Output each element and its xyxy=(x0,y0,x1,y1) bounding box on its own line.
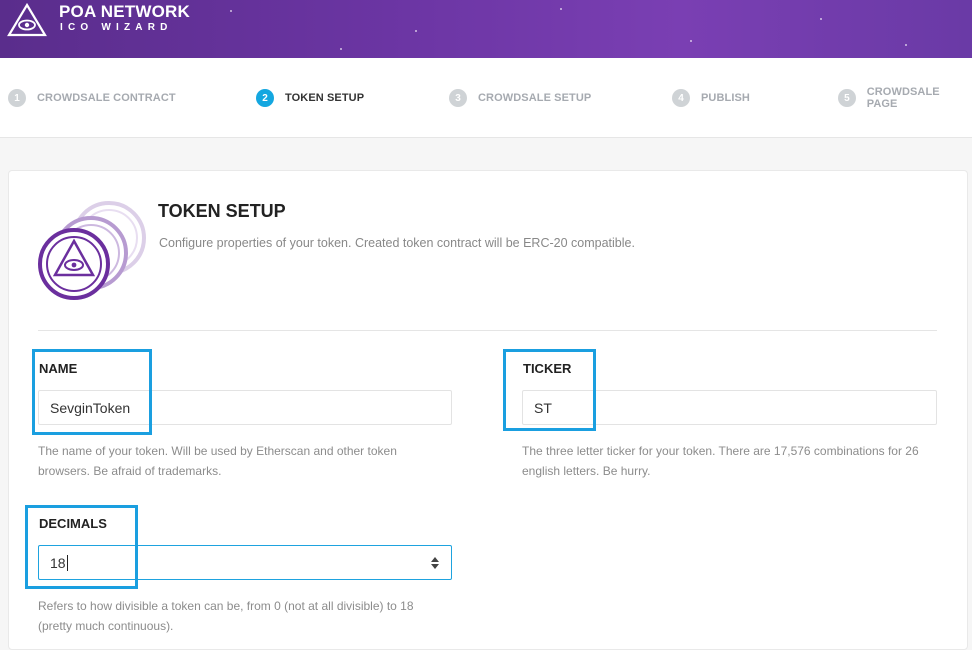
app-header: POA NETWORK ICO WIZARD xyxy=(0,0,972,58)
step-label: CROWDSALE SETUP xyxy=(478,92,592,104)
step-token-setup[interactable]: 2 TOKEN SETUP xyxy=(256,89,364,107)
step-label: CROWDSALE CONTRACT xyxy=(37,92,176,104)
header-star xyxy=(820,18,822,20)
section-divider xyxy=(38,330,937,331)
step-number: 1 xyxy=(8,89,26,107)
name-highlight-box xyxy=(32,349,152,435)
header-star xyxy=(690,40,692,42)
name-help-text: The name of your token. Will be used by … xyxy=(38,444,397,478)
header-star xyxy=(415,30,417,32)
header-star xyxy=(905,44,907,46)
number-spinner-icon[interactable] xyxy=(431,556,439,570)
ticker-highlight-box xyxy=(503,349,596,431)
app-subtitle: ICO WIZARD xyxy=(60,22,173,33)
section-description: Configure properties of your token. Crea… xyxy=(159,236,635,250)
decimals-highlight-box xyxy=(25,505,138,589)
token-setup-card: TOKEN SETUP Configure properties of your… xyxy=(8,170,968,650)
step-number: 3 xyxy=(449,89,467,107)
step-crowdsale-contract[interactable]: 1 CROWDSALE CONTRACT xyxy=(8,89,176,107)
eye-triangle-logo-icon[interactable] xyxy=(6,2,48,38)
wizard-steps: 1 CROWDSALE CONTRACT 2 TOKEN SETUP 3 CRO… xyxy=(0,58,972,138)
token-coins-icon xyxy=(38,201,146,300)
step-label: CROWDSALE PAGE xyxy=(866,86,940,110)
step-number: 2 xyxy=(256,89,274,107)
step-number: 5 xyxy=(838,89,856,107)
step-crowdsale-setup[interactable]: 3 CROWDSALE SETUP xyxy=(449,89,591,107)
app-title: POA NETWORK xyxy=(59,2,190,21)
step-number: 4 xyxy=(672,89,690,107)
step-publish[interactable]: 4 PUBLISH xyxy=(672,89,750,107)
header-star xyxy=(230,10,232,12)
step-crowdsale-page[interactable]: 5 CROWDSALE PAGE xyxy=(838,86,972,110)
header-star xyxy=(340,48,342,50)
step-label: TOKEN SETUP xyxy=(285,92,365,104)
ticker-help-text: The three letter ticker for your token. … xyxy=(522,444,919,478)
step-label: PUBLISH xyxy=(701,92,750,104)
header-star xyxy=(560,8,562,10)
decimals-help-text: Refers to how divisible a token can be, … xyxy=(38,599,414,633)
section-title: TOKEN SETUP xyxy=(158,201,286,221)
